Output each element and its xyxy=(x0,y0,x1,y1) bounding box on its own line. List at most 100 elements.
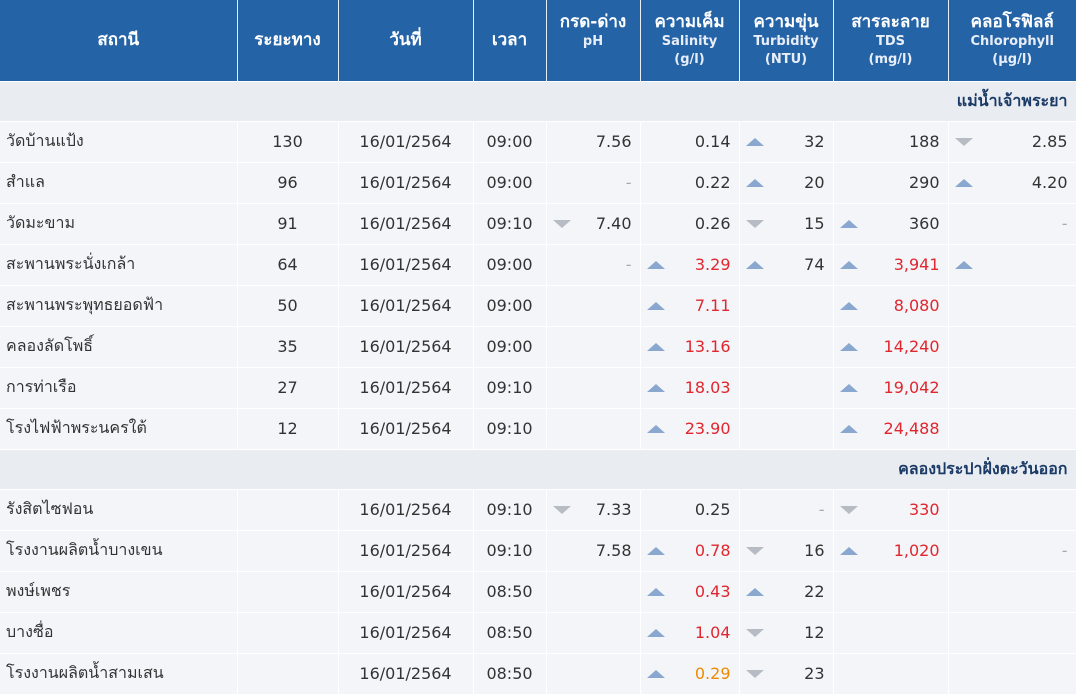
metric-value: 74 xyxy=(804,255,825,274)
metric-value: 7.58 xyxy=(595,541,632,560)
header-salinity-th: ความเค็ม xyxy=(654,11,725,32)
metric-value: 16 xyxy=(804,541,825,560)
salinity-cell: 7.11 xyxy=(640,284,740,326)
trend-up-icon xyxy=(954,178,973,187)
time-value: 08:50 xyxy=(473,570,547,612)
table-row: วัดมะขาม 91 16/01/2564 09:10 7.40 0.26 15 360 - xyxy=(0,202,1076,244)
metric-value: 18.03 xyxy=(684,378,731,397)
trend-down-icon xyxy=(745,628,764,637)
turbidity-cell: 74 xyxy=(739,243,834,285)
header-time: เวลา xyxy=(473,0,547,81)
date-value: 16/01/2564 xyxy=(338,284,474,326)
trend-up-icon xyxy=(954,260,973,269)
header-tds: สารละลาย TDS (mg/l) xyxy=(833,0,949,81)
time-value: 09:00 xyxy=(473,325,547,367)
trend-up-icon xyxy=(745,178,764,187)
table-row: โรงงานผลิตน้ำสามเสน 16/01/2564 08:50 0.29 23 xyxy=(0,652,1076,694)
chlorophyll-cell xyxy=(948,366,1076,408)
header-turbidity: ความขุ่น Turbidity (NTU) xyxy=(739,0,834,81)
salinity-cell: 0.78 xyxy=(640,529,740,571)
metric-value: 0.14 xyxy=(694,132,731,151)
tds-cell: 3,941 xyxy=(833,243,949,285)
tds-cell xyxy=(833,611,949,653)
chlorophyll-cell xyxy=(948,284,1076,326)
date-value: 16/01/2564 xyxy=(338,407,474,449)
distance-value: 27 xyxy=(237,366,339,408)
table-row: รังสิตไซฟอน 16/01/2564 09:10 7.33 0.25 - 330 xyxy=(0,488,1076,530)
distance-value: 96 xyxy=(237,161,339,203)
salinity-cell: 23.90 xyxy=(640,407,740,449)
trend-up-icon xyxy=(646,628,665,637)
station-name: คลองลัดโพธิ์ xyxy=(0,325,238,367)
metric-value: 8,080 xyxy=(893,296,940,315)
distance-value: 130 xyxy=(237,120,339,162)
tds-cell: 330 xyxy=(833,488,949,530)
tds-cell: 19,042 xyxy=(833,366,949,408)
header-tds-unit: (mg/l) xyxy=(868,51,913,67)
header-station: สถานี xyxy=(0,0,238,81)
trend-down-icon xyxy=(552,219,571,228)
header-turbidity-th: ความขุ่น xyxy=(753,11,819,32)
header-ph: กรด-ด่าง pH xyxy=(546,0,641,81)
trend-up-icon xyxy=(839,383,858,392)
table-row: การท่าเรือ 27 16/01/2564 09:10 18.03 19,042 xyxy=(0,366,1076,408)
distance-value xyxy=(237,570,339,612)
time-value: 09:10 xyxy=(473,366,547,408)
ph-cell xyxy=(546,284,641,326)
metric-value: 7.11 xyxy=(694,296,731,315)
metric-value: 188 xyxy=(908,132,940,151)
date-value: 16/01/2564 xyxy=(338,570,474,612)
water-quality-table: สถานี ระยะทาง วันที่ เวลา กรด-ด่าง pH คว… xyxy=(0,0,1076,694)
ph-cell: 7.33 xyxy=(546,488,641,530)
time-value: 09:10 xyxy=(473,488,547,530)
metric-value: 0.26 xyxy=(694,214,731,233)
station-name: โรงงานผลิตน้ำสามเสน xyxy=(0,652,238,694)
metric-value: 32 xyxy=(804,132,825,151)
station-name: วัดบ้านแป้ง xyxy=(0,120,238,162)
distance-value: 91 xyxy=(237,202,339,244)
header-distance: ระยะทาง xyxy=(237,0,339,81)
time-value: 09:00 xyxy=(473,284,547,326)
header-tds-th: สารละลาย xyxy=(851,11,930,32)
turbidity-cell: 22 xyxy=(739,570,834,612)
salinity-cell: 0.22 xyxy=(640,161,740,203)
header-date: วันที่ xyxy=(338,0,474,81)
station-name: สะพานพระนั่งเกล้า xyxy=(0,243,238,285)
time-value: 08:50 xyxy=(473,652,547,694)
ph-cell xyxy=(546,407,641,449)
date-value: 16/01/2564 xyxy=(338,243,474,285)
tds-cell xyxy=(833,570,949,612)
ph-cell: 7.58 xyxy=(546,529,641,571)
turbidity-cell: 20 xyxy=(739,161,834,203)
chlorophyll-cell: 2.85 xyxy=(948,120,1076,162)
distance-value xyxy=(237,611,339,653)
time-value: 09:10 xyxy=(473,407,547,449)
time-value: 09:00 xyxy=(473,243,547,285)
group-header-row: คลองประปาฝั่งตะวันออก xyxy=(0,448,1076,489)
metric-value: 1.04 xyxy=(694,623,731,642)
time-value: 09:00 xyxy=(473,120,547,162)
date-value: 16/01/2564 xyxy=(338,652,474,694)
header-chlorophyll-unit: (µg/l) xyxy=(992,51,1033,67)
distance-value: 50 xyxy=(237,284,339,326)
salinity-cell: 0.43 xyxy=(640,570,740,612)
metric-value: 0.29 xyxy=(694,664,731,683)
turbidity-cell: 16 xyxy=(739,529,834,571)
turbidity-cell: - xyxy=(739,488,834,530)
metric-value: 23.90 xyxy=(684,419,731,438)
header-tds-en: TDS xyxy=(875,33,906,49)
turbidity-cell: 15 xyxy=(739,202,834,244)
salinity-cell: 18.03 xyxy=(640,366,740,408)
metric-value: 13.16 xyxy=(684,337,731,356)
ph-cell xyxy=(546,652,641,694)
chlorophyll-cell xyxy=(948,611,1076,653)
header-ph-th: กรด-ด่าง xyxy=(559,11,627,32)
time-value: 08:50 xyxy=(473,611,547,653)
station-name: รังสิตไซฟอน xyxy=(0,488,238,530)
ph-cell xyxy=(546,611,641,653)
group-title: คลองประปาฝั่งตะวันออก xyxy=(0,448,1076,489)
chlorophyll-cell: - xyxy=(948,202,1076,244)
metric-value: 7.33 xyxy=(595,500,632,519)
group-header-row: แม่น้ำเจ้าพระยา xyxy=(0,80,1076,121)
tds-cell xyxy=(833,652,949,694)
